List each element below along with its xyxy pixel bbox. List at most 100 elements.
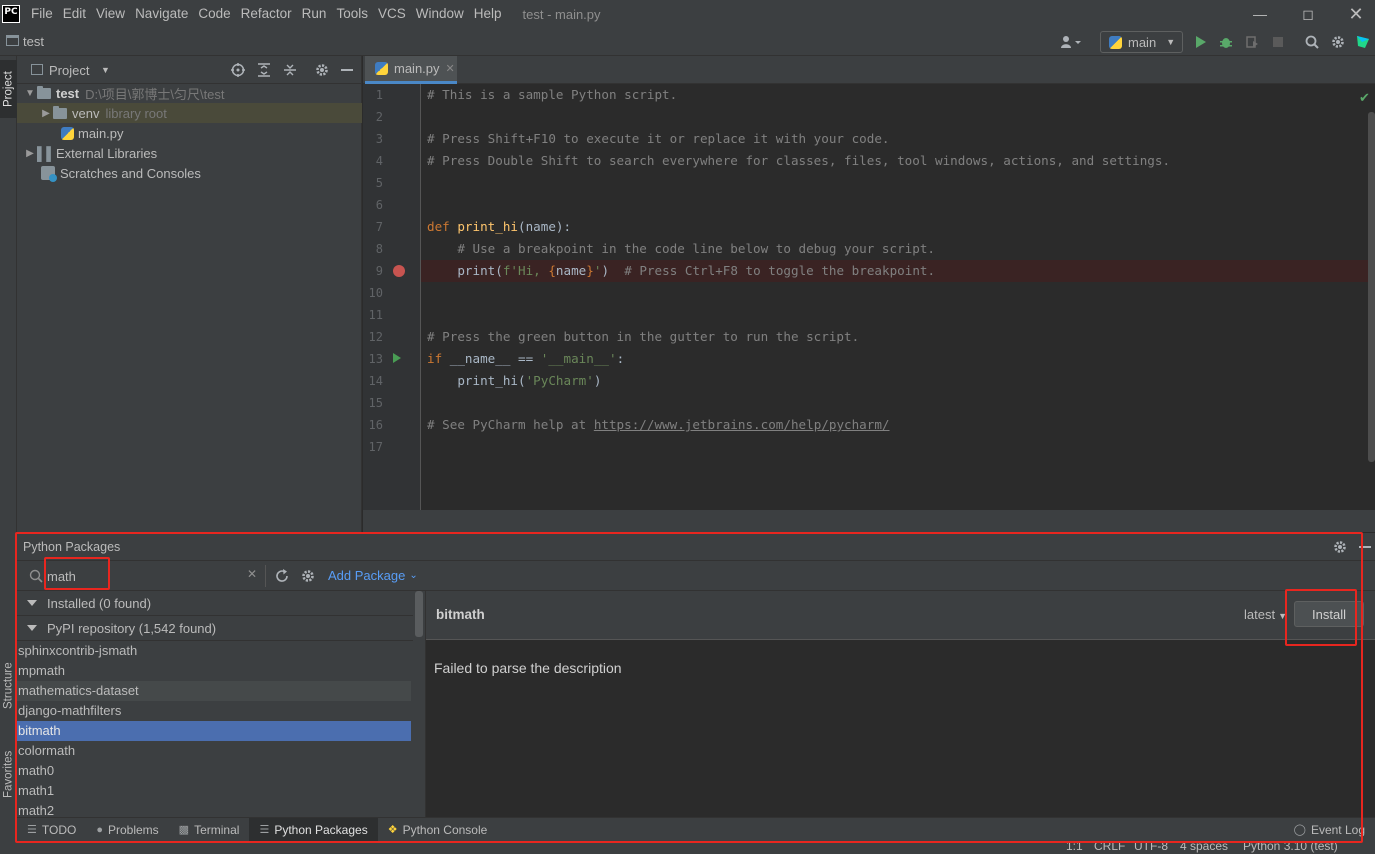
tab-problems[interactable]: ● Problems [86, 818, 168, 842]
code-line[interactable]: def print_hi(name): [427, 216, 571, 238]
tree-item-scratches[interactable]: Scratches and Consoles [17, 163, 362, 183]
expand-all-icon[interactable] [257, 63, 271, 77]
folder-icon [53, 105, 67, 119]
menu-window[interactable]: Window [411, 0, 469, 28]
layers-icon: ☰ [259, 824, 270, 836]
stop-icon[interactable] [1269, 33, 1287, 51]
line-number: 12 [368, 330, 383, 344]
chevron-down-icon[interactable]: ▼ [101, 65, 110, 75]
breakpoint-icon[interactable] [393, 265, 405, 277]
package-item[interactable]: django-mathfilters [17, 701, 411, 721]
hide-panel-icon[interactable] [1359, 546, 1371, 548]
run-gutter-icon[interactable] [393, 353, 401, 363]
line-separator[interactable]: CRLF [1094, 839, 1125, 853]
tab-event-log[interactable]: ◯ Event Log [1284, 818, 1375, 842]
code-line[interactable]: # Press the green button in the gutter t… [427, 326, 859, 348]
indent-setting[interactable]: 4 spaces [1180, 839, 1228, 853]
tree-item-main-py[interactable]: main.py [17, 123, 362, 143]
menu-vcs[interactable]: VCS [373, 0, 411, 28]
code-editor[interactable]: ✔ 1 2 3 4 5 6 7 8 9 10 11 12 13 14 15 16… [363, 84, 1375, 510]
install-button[interactable]: Install [1294, 601, 1364, 627]
code-line[interactable]: # Press Shift+F10 to execute it or repla… [427, 128, 890, 150]
run-icon[interactable] [1192, 33, 1210, 51]
packages-settings-gear-icon[interactable] [1333, 540, 1347, 554]
menu-view[interactable]: View [91, 0, 130, 28]
installed-group-header[interactable]: Installed (0 found) [17, 591, 413, 616]
code-line[interactable]: print(f'Hi, {name}') # Press Ctrl+F8 to … [427, 260, 935, 282]
package-search-input[interactable] [47, 567, 257, 585]
run-configuration-select[interactable]: main ▼ [1100, 31, 1183, 53]
tab-todo[interactable]: ☰ TODO [17, 818, 86, 842]
editor-scrollbar[interactable] [1368, 112, 1375, 462]
code-line[interactable]: if __name__ == '__main__': [427, 348, 624, 370]
tab-terminal[interactable]: ▩ Terminal [169, 818, 250, 842]
packages-panel-header: Python Packages [17, 533, 1375, 561]
package-item[interactable]: mathematics-dataset [17, 681, 411, 701]
package-item[interactable]: math0 [17, 761, 411, 781]
line-number: 1 [375, 88, 383, 102]
package-item[interactable]: math2 [17, 801, 411, 817]
minimize-icon[interactable]: — [1237, 0, 1283, 28]
run-with-coverage-icon[interactable] [1243, 33, 1261, 51]
menu-help[interactable]: Help [469, 0, 507, 28]
package-item[interactable]: mpmath [17, 661, 411, 681]
code-token: : [616, 351, 625, 366]
tree-item-test[interactable]: ▼ test D:\项目\郭博士\匀尺\test [17, 83, 362, 103]
debug-icon[interactable] [1217, 33, 1235, 51]
project-tool-tab[interactable]: Project [0, 60, 17, 118]
version-select[interactable]: latest ▼ [1244, 607, 1287, 622]
code-line[interactable]: # Press Double Shift to search everywher… [427, 150, 1170, 172]
tab-main-py[interactable]: main.py ✕ [365, 56, 457, 84]
package-item-selected[interactable]: bitmath [17, 721, 411, 741]
close-icon[interactable]: ✕ [1333, 0, 1375, 28]
user-account-icon[interactable] [1058, 33, 1084, 51]
package-list-scrollbar[interactable] [415, 591, 423, 637]
menu-navigate[interactable]: Navigate [130, 0, 193, 28]
tree-item-external-libraries[interactable]: ▶ ▌▌ External Libraries [17, 143, 362, 163]
chevron-right-icon[interactable]: ▶ [23, 148, 37, 159]
package-item[interactable]: math1 [17, 781, 411, 801]
panel-settings-gear-icon[interactable] [315, 63, 329, 77]
project-view-select[interactable]: Project [49, 63, 89, 78]
code-line[interactable]: # See PyCharm help at https://www.jetbra… [427, 414, 890, 436]
tab-label: Event Log [1310, 822, 1365, 837]
menu-run[interactable]: Run [297, 0, 332, 28]
settings-gear-icon[interactable] [1329, 33, 1347, 51]
breadcrumb-project[interactable]: test [23, 34, 44, 49]
pypi-group-header[interactable]: PyPI repository (1,542 found) [17, 616, 413, 641]
menu-file[interactable]: File [26, 0, 58, 28]
collapse-all-icon[interactable] [283, 63, 297, 77]
close-tab-icon[interactable]: ✕ [446, 62, 455, 75]
tree-item-venv[interactable]: ▶ venv library root [17, 103, 362, 123]
chevron-right-icon[interactable]: ▶ [39, 108, 53, 119]
menu-tools[interactable]: Tools [331, 0, 373, 28]
package-item[interactable]: sphinxcontrib-jsmath [17, 641, 411, 661]
caret-position[interactable]: 1:1 [1066, 839, 1083, 853]
locate-file-icon[interactable] [231, 63, 245, 77]
clear-search-icon[interactable]: ✕ [247, 567, 257, 581]
tab-python-packages[interactable]: ☰ Python Packages [249, 817, 378, 842]
menu-edit[interactable]: Edit [58, 0, 91, 28]
menu-code[interactable]: Code [193, 0, 235, 28]
line-number: 15 [368, 396, 383, 410]
search-icon[interactable] [1303, 33, 1321, 51]
structure-tool-tab[interactable]: Structure [0, 650, 17, 722]
maximize-icon[interactable]: ◻ [1285, 0, 1331, 28]
menu-refactor[interactable]: Refactor [236, 0, 297, 28]
inspection-ok-icon[interactable]: ✔ [1359, 90, 1370, 106]
add-package-button[interactable]: Add Package ⌄ [328, 568, 418, 583]
jetbrains-toolbox-icon[interactable] [1354, 33, 1372, 51]
package-item[interactable]: colormath [17, 741, 411, 761]
code-line[interactable]: # This is a sample Python script. [427, 84, 677, 106]
code-line[interactable]: print_hi('PyCharm') [427, 370, 601, 392]
python-interpreter[interactable]: Python 3.10 (test) [1243, 839, 1338, 853]
code-line[interactable]: # Use a breakpoint in the code line belo… [427, 238, 935, 260]
chevron-down-icon[interactable]: ▼ [23, 88, 37, 99]
help-link[interactable]: https://www.jetbrains.com/help/pycharm/ [594, 417, 890, 432]
file-encoding[interactable]: UTF-8 [1134, 839, 1168, 853]
favorites-tool-tab[interactable]: Favorites [0, 738, 17, 810]
repository-settings-gear-icon[interactable] [301, 569, 315, 583]
refresh-icon[interactable] [275, 569, 289, 583]
tab-python-console[interactable]: ❖ Python Console [378, 818, 498, 842]
hide-panel-icon[interactable] [341, 69, 353, 71]
